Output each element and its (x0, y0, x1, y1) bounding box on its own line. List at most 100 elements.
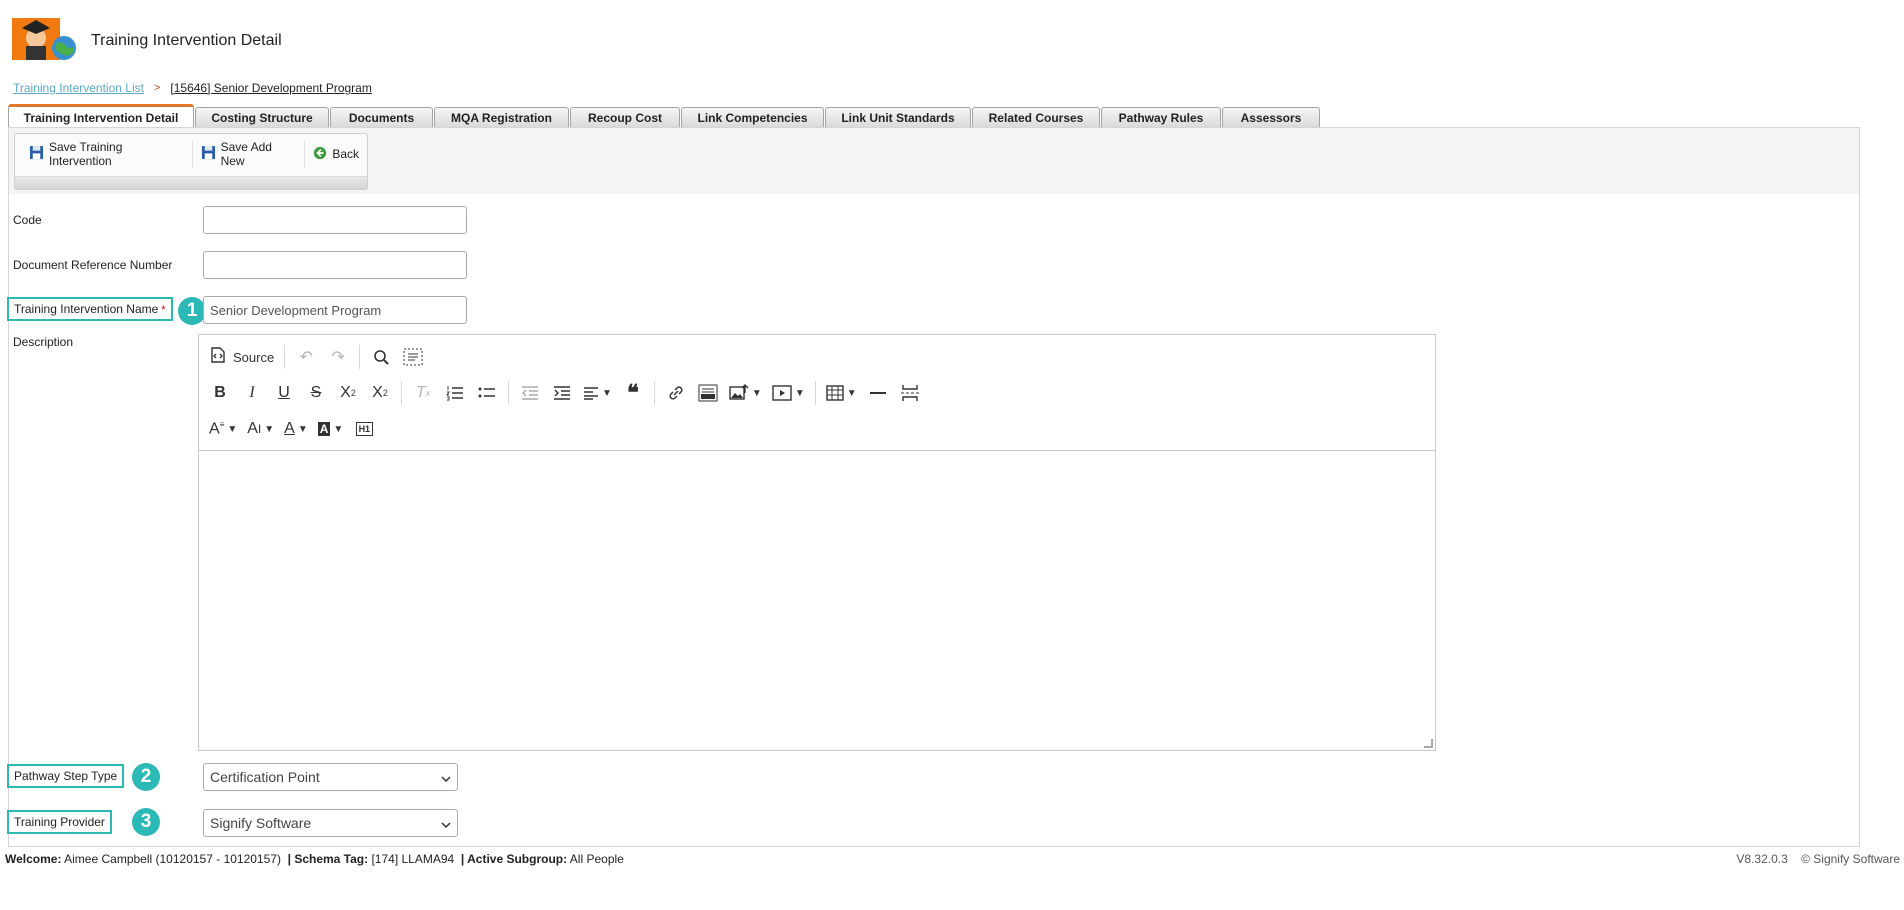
font-size-icon[interactable]: AI ▼ (243, 415, 278, 443)
undo-icon[interactable]: ↶ (291, 343, 321, 371)
source-icon (209, 346, 227, 369)
blockquote-icon[interactable]: ❝ (618, 379, 648, 407)
tab-pathway-rules[interactable]: Pathway Rules (1101, 107, 1221, 128)
name-label: Training Intervention Name * (7, 297, 173, 321)
heading-icon[interactable]: A≡ ▼ (205, 415, 241, 443)
underline-icon[interactable]: U (269, 379, 299, 407)
back-button[interactable]: Back (305, 141, 367, 167)
name-label-text: Training Intervention Name (14, 302, 159, 316)
toolbar-strip (15, 176, 367, 189)
html-embed-icon[interactable] (693, 379, 723, 407)
training-intervention-name-input[interactable] (203, 296, 467, 324)
indent-icon[interactable] (547, 379, 577, 407)
toolbar-separator (401, 381, 402, 405)
active-subgroup-label: | Active Subgroup: (460, 852, 568, 866)
tab-link-unit-standards[interactable]: Link Unit Standards (825, 107, 971, 128)
breadcrumb-current: [15646] Senior Development Program (170, 81, 372, 95)
schema-tag-label: | Schema Tag: (287, 852, 369, 866)
subscript-icon[interactable]: X2 (333, 379, 363, 407)
toolbar-separator (814, 381, 816, 405)
pathway-step-type-label: Pathway Step Type (7, 764, 125, 788)
save-add-new-button[interactable]: Save Add New (193, 140, 306, 168)
pathway-step-type-select[interactable]: Certification Point (203, 763, 458, 791)
redo-icon[interactable]: ↷ (323, 343, 353, 371)
pathway-step-type-value: Certification Point (210, 769, 320, 785)
schema-tag-value: [174] LLAMA94 (371, 852, 455, 866)
font-color-icon[interactable]: A ▼ (280, 415, 312, 443)
training-provider-select[interactable]: Signify Software (203, 809, 458, 837)
version-text: V8.32.0.3 (1736, 852, 1788, 866)
toolbar-separator (359, 345, 361, 369)
chevron-down-icon: ▼ (794, 387, 805, 399)
chevron-down-icon: ▼ (751, 387, 762, 399)
annotation-badge-1: 1 (178, 297, 206, 325)
chevron-down-icon (441, 815, 451, 831)
footer-left: Welcome: Aimee Campbell (10120157 - 1012… (5, 852, 624, 866)
bold-icon[interactable]: B (205, 379, 235, 407)
chevron-down-icon: ▼ (846, 387, 857, 399)
tab-mqa-registration[interactable]: MQA Registration (434, 107, 569, 128)
save-button-label: Save Training Intervention (49, 140, 123, 168)
breadcrumb: Training Intervention List > [15646] Sen… (13, 81, 372, 95)
tab-documents[interactable]: Documents (330, 107, 433, 128)
align-icon[interactable]: ▼ (579, 379, 616, 407)
horizontal-line-icon[interactable] (863, 379, 893, 407)
status-footer: Welcome: Aimee Campbell (10120157 - 1012… (5, 852, 1900, 866)
tab-link-competencies[interactable]: Link Competencies (681, 107, 824, 128)
back-arrow-icon (313, 146, 327, 163)
tab-training-intervention-detail[interactable]: Training Intervention Detail (8, 104, 194, 128)
chevron-down-icon: ▼ (227, 423, 238, 435)
page-break-icon[interactable] (895, 379, 925, 407)
tab-assessors[interactable]: Assessors (1222, 107, 1320, 128)
code-input[interactable] (203, 206, 467, 234)
toolbar-separator (508, 381, 509, 405)
app-logo (12, 16, 78, 62)
tab-bar: Training Intervention Detail Costing Str… (8, 104, 1321, 128)
breadcrumb-list-link[interactable]: Training Intervention List (13, 81, 144, 95)
tab-costing-structure[interactable]: Costing Structure (195, 107, 329, 128)
toolbar-separator (284, 345, 286, 369)
toolbar-separator (653, 381, 655, 405)
link-icon[interactable] (661, 379, 691, 407)
superscript-icon[interactable]: X2 (365, 379, 395, 407)
doc-ref-input[interactable] (203, 251, 467, 279)
footer-right: V8.32.0.3 © Signify Software (1736, 852, 1900, 866)
bullet-list-icon[interactable] (472, 379, 502, 407)
breadcrumb-separator: > (153, 82, 161, 94)
select-all-icon[interactable] (398, 343, 428, 371)
tab-related-courses[interactable]: Related Courses (972, 107, 1100, 128)
welcome-label: Welcome: (5, 852, 62, 866)
tab-recoup-cost[interactable]: Recoup Cost (570, 107, 680, 128)
insert-image-icon[interactable]: ▼ (725, 379, 766, 407)
chevron-down-icon (441, 769, 451, 785)
page-title: Training Intervention Detail (91, 32, 282, 49)
background-color-icon[interactable]: A ▼ (314, 415, 348, 443)
required-mark: * (161, 304, 166, 316)
outdent-icon[interactable] (515, 379, 545, 407)
heading-1-icon[interactable]: H1 (349, 415, 379, 443)
chevron-down-icon: ▼ (602, 387, 612, 399)
chevron-down-icon: ▼ (333, 423, 344, 435)
editor-toolbar: Source ↶ ↷ B I U S X2 X2 Tx ▼ ❝ ▼ ▼ ▼ A≡… (199, 335, 1435, 451)
description-label: Description (13, 335, 74, 349)
strikethrough-icon[interactable]: S (301, 379, 331, 407)
resize-handle[interactable] (1424, 739, 1433, 748)
doc-ref-label: Document Reference Number (13, 258, 173, 272)
source-button[interactable]: Source (205, 343, 278, 371)
italic-icon[interactable]: I (237, 379, 267, 407)
save-icon (201, 145, 216, 163)
annotation-badge-3: 3 (132, 808, 160, 836)
save-add-new-label: Save Add New (220, 140, 272, 168)
description-text-area[interactable] (199, 452, 1435, 750)
source-label: Source (233, 349, 275, 365)
code-label: Code (13, 213, 42, 227)
table-icon[interactable]: ▼ (822, 379, 861, 407)
chevron-down-icon: ▼ (297, 423, 308, 435)
find-replace-icon[interactable] (366, 343, 396, 371)
save-button[interactable]: Save Training Intervention (21, 140, 193, 168)
numbered-list-icon[interactable] (440, 379, 470, 407)
media-embed-icon[interactable]: ▼ (768, 379, 809, 407)
remove-format-icon[interactable]: Tx (408, 379, 438, 407)
training-provider-label: Training Provider (7, 810, 112, 834)
save-icon (29, 145, 44, 163)
